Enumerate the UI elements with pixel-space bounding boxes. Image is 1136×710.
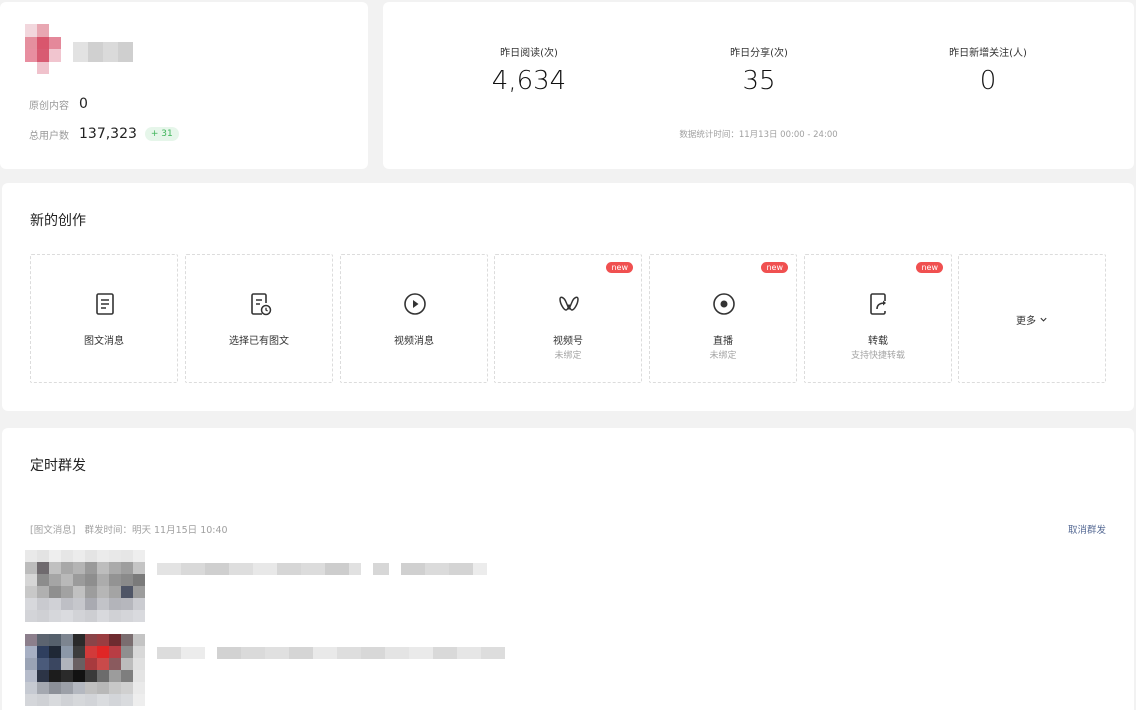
stat-reads-label: 昨日阅读(次) bbox=[500, 48, 558, 59]
new-badge: new bbox=[761, 262, 788, 273]
new-badge: new bbox=[606, 262, 633, 273]
total-users-value: 137,323 bbox=[79, 126, 137, 142]
document-icon bbox=[96, 293, 114, 315]
article-title-blurred bbox=[157, 563, 487, 575]
tile-article[interactable]: 图文消息 bbox=[30, 254, 178, 383]
channels-icon bbox=[559, 296, 579, 311]
original-content-value: 0 bbox=[79, 96, 88, 112]
tile-label: 图文消息 bbox=[84, 336, 124, 347]
tile-sub: 支持快捷转载 bbox=[850, 351, 905, 361]
total-users-row: 总用户数 137,323 + 31 bbox=[29, 126, 179, 142]
tile-select-existing[interactable]: 选择已有图文 bbox=[185, 254, 333, 383]
article-thumbnail bbox=[25, 634, 145, 706]
original-content-row: 原创内容 0 bbox=[29, 96, 88, 112]
cancel-send-link[interactable]: 取消群发 bbox=[1068, 522, 1106, 536]
tile-more[interactable]: 更多 bbox=[958, 254, 1106, 383]
live-icon bbox=[713, 293, 735, 315]
tile-label: 视频消息 bbox=[394, 336, 434, 347]
tile-repost[interactable]: new 转载 支持快捷转载 bbox=[804, 254, 952, 383]
section-title: 定时群发 bbox=[30, 458, 86, 474]
section-title: 新的创作 bbox=[30, 213, 86, 229]
scheduled-article[interactable] bbox=[25, 550, 1105, 624]
tile-sub: 未绑定 bbox=[709, 351, 737, 361]
message-type: [图文消息] bbox=[30, 525, 76, 536]
scheduled-meta: [图文消息] 群发时间：明天 11月15日 10:40 bbox=[30, 522, 228, 536]
yesterday-stats-card: 昨日阅读(次) 4,634 昨日分享(次) 35 昨日新增关注(人) 0 数据统… bbox=[383, 2, 1134, 169]
tile-channels[interactable]: new 视频号 未绑定 bbox=[494, 254, 642, 383]
stats-time-note: 数据统计时间：11月13日 00:00 - 24:00 bbox=[679, 130, 838, 140]
chevron-down-icon bbox=[1040, 317, 1047, 322]
article-title-blurred bbox=[157, 647, 505, 659]
user-growth-badge: + 31 bbox=[144, 127, 179, 141]
stat-new-followers-value: 0 bbox=[979, 66, 997, 96]
tile-label: 选择已有图文 bbox=[229, 336, 289, 347]
new-badge: new bbox=[916, 262, 943, 273]
account-card: 原创内容 0 总用户数 137,323 + 31 bbox=[0, 2, 368, 169]
tile-live[interactable]: new 直播 未绑定 bbox=[649, 254, 797, 383]
tile-label: 直播 bbox=[713, 336, 733, 347]
tile-sub: 未绑定 bbox=[554, 351, 582, 361]
send-time: 群发时间：明天 11月15日 10:40 bbox=[84, 525, 228, 536]
tile-video[interactable]: 视频消息 bbox=[340, 254, 488, 383]
repost-icon bbox=[870, 293, 886, 315]
stat-reads-value: 4,634 bbox=[491, 66, 567, 96]
play-circle-icon bbox=[404, 293, 426, 315]
avatar[interactable] bbox=[25, 24, 61, 74]
article-thumbnail bbox=[25, 550, 145, 622]
scheduled-article[interactable] bbox=[25, 634, 1105, 708]
tile-label: 转载 bbox=[868, 336, 888, 347]
stat-new-followers-label: 昨日新增关注(人) bbox=[949, 48, 1027, 59]
stat-shares-label: 昨日分享(次) bbox=[730, 48, 788, 59]
stat-shares-value: 35 bbox=[742, 66, 776, 96]
more-button[interactable]: 更多 bbox=[959, 312, 1105, 327]
original-content-label: 原创内容 bbox=[29, 100, 69, 112]
document-clock-icon bbox=[251, 293, 272, 316]
account-name-blurred bbox=[73, 42, 133, 62]
new-creation-section: 新的创作 图文消息 选择已有图文 视频消息 new 视频号 未绑定 new 直播… bbox=[2, 183, 1134, 411]
tile-label: 视频号 bbox=[553, 336, 583, 347]
total-users-label: 总用户数 bbox=[29, 130, 69, 142]
scheduled-send-section: 定时群发 [图文消息] 群发时间：明天 11月15日 10:40 取消群发 bbox=[2, 428, 1134, 710]
more-label: 更多 bbox=[1016, 316, 1036, 327]
